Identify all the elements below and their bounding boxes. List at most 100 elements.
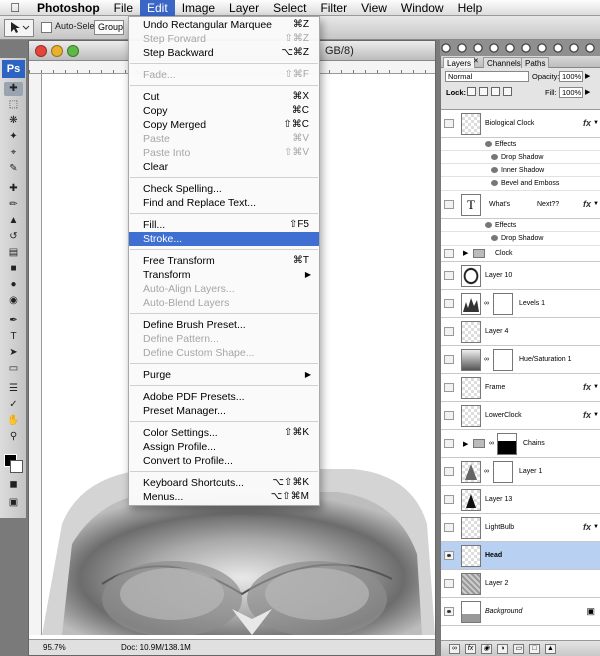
gradient-tool-icon[interactable]: ■ — [4, 262, 23, 276]
blur-tool-icon[interactable]: ● — [4, 278, 23, 292]
effects-row[interactable]: Effects — [441, 219, 600, 232]
fx-icon[interactable]: fx — [583, 522, 591, 532]
link-icon[interactable]: ∞ — [484, 468, 489, 475]
layer-group-row[interactable]: ▶ Clock — [441, 246, 600, 262]
link-icon[interactable]: ∞ — [484, 356, 489, 363]
menu-item-adobe-pdf-presets[interactable]: Adobe PDF Presets... — [129, 390, 319, 404]
expand-effects-icon[interactable]: ▼ — [593, 120, 599, 126]
layer-row-selected[interactable]: Head — [441, 542, 600, 570]
tab-paths[interactable]: Paths — [521, 57, 550, 68]
menu-item-clear[interactable]: Clear — [129, 160, 319, 174]
type-tool-icon[interactable]: T — [4, 330, 23, 344]
menu-item-purge[interactable]: Purge ▶ — [129, 368, 319, 382]
menu-item-keyboard-shortcuts[interactable]: Keyboard Shortcuts... ⌥⇧⌘K — [129, 476, 319, 490]
menu-item-undo[interactable]: Undo Rectangular Marquee ⌘Z — [129, 18, 319, 32]
zoom-level[interactable]: 95.7% — [43, 643, 66, 652]
blend-mode-select[interactable]: Normal — [445, 71, 529, 82]
lasso-tool-icon[interactable]: ❋ — [4, 114, 23, 128]
visibility-toggle-icon[interactable] — [444, 271, 454, 280]
menu-edit[interactable]: Edit — [140, 0, 175, 16]
menu-view[interactable]: View — [354, 0, 394, 16]
quick-mask-icon[interactable]: ◼ — [4, 478, 23, 492]
menu-item-find-replace[interactable]: Find and Replace Text... — [129, 196, 319, 210]
fx-icon[interactable]: fx — [583, 118, 591, 128]
fill-input[interactable]: 100% — [559, 87, 583, 98]
auto-select-dropdown[interactable]: Group — [94, 20, 124, 35]
path-selection-icon[interactable]: ➤ — [4, 346, 23, 360]
layer-row[interactable]: ∞ Hue/Saturation 1 — [441, 346, 600, 374]
close-window-button[interactable] — [35, 45, 47, 57]
zoom-tool-icon[interactable]: ⚲ — [4, 430, 23, 444]
fx-icon[interactable]: fx — [583, 382, 591, 392]
layer-group-row[interactable]: ▶ ∞ Chains — [441, 430, 600, 458]
lock-position-icon[interactable] — [491, 87, 500, 96]
layer-row[interactable]: Layer 4 — [441, 318, 600, 346]
auto-select-checkbox[interactable] — [41, 22, 52, 33]
delete-layer-icon[interactable]: ▲ — [545, 644, 556, 654]
menu-layer[interactable]: Layer — [222, 0, 266, 16]
effect-visibility-icon[interactable] — [491, 235, 498, 241]
new-adjustment-layer-icon[interactable]: ◑ — [497, 644, 508, 654]
brush-tool-icon[interactable]: ✏ — [4, 198, 23, 212]
menu-item-color-settings[interactable]: Color Settings... ⇧⌘K — [129, 426, 319, 440]
visibility-toggle-icon[interactable] — [444, 467, 454, 476]
menu-item-stroke[interactable]: Stroke... — [129, 232, 319, 246]
menu-item-define-custom-shape[interactable]: Define Custom Shape... — [129, 346, 319, 360]
layer-mask-thumbnail[interactable] — [493, 293, 513, 315]
effect-row[interactable]: Drop Shadow — [441, 151, 600, 164]
menu-item-fill[interactable]: Fill... ⇧F5 — [129, 218, 319, 232]
lock-pixels-icon[interactable] — [479, 87, 488, 96]
visibility-toggle-icon[interactable] — [444, 439, 454, 448]
tool-preset-picker[interactable] — [4, 19, 34, 37]
menu-item-step-backward[interactable]: Step Backward ⌥⌘Z — [129, 46, 319, 60]
visibility-toggle-icon[interactable] — [444, 383, 454, 392]
slice-tool-icon[interactable]: ✎ — [4, 162, 23, 176]
menu-item-assign-profile[interactable]: Assign Profile... — [129, 440, 319, 454]
menu-item-menus[interactable]: Menus... ⌥⇧⌘M — [129, 490, 319, 504]
eraser-tool-icon[interactable]: ▤ — [4, 246, 23, 260]
crop-tool-icon[interactable]: ⌖ — [4, 146, 23, 160]
layer-row[interactable]: ∞ Levels 1 — [441, 290, 600, 318]
visibility-toggle-icon[interactable] — [444, 200, 454, 209]
visibility-toggle-icon[interactable] — [444, 523, 454, 532]
menu-item-define-pattern[interactable]: Define Pattern... — [129, 332, 319, 346]
hand-tool-icon[interactable]: ✋ — [4, 414, 23, 428]
layer-mask-thumbnail[interactable] — [493, 349, 513, 371]
layer-row[interactable]: Biological Clock fx ▼ — [441, 110, 600, 138]
layer-row[interactable]: LowerClock fx ▼ — [441, 402, 600, 430]
expand-effects-icon[interactable]: ▼ — [593, 201, 599, 207]
menu-item-preset-manager[interactable]: Preset Manager... — [129, 404, 319, 418]
menu-item-fade[interactable]: Fade... ⇧⌘F — [129, 68, 319, 82]
marquee-tool-icon[interactable]: ⬚ — [4, 98, 23, 112]
layer-row[interactable]: Frame fx ▼ — [441, 374, 600, 402]
vertical-ruler[interactable] — [29, 74, 42, 635]
visibility-toggle-icon[interactable] — [444, 495, 454, 504]
visibility-toggle-icon[interactable] — [444, 411, 454, 420]
menu-item-paste-into[interactable]: Paste Into ⇧⌘V — [129, 146, 319, 160]
menu-item-free-transform[interactable]: Free Transform ⌘T — [129, 254, 319, 268]
lock-all-icon[interactable] — [503, 87, 512, 96]
menu-item-copy-merged[interactable]: Copy Merged ⇧⌘C — [129, 118, 319, 132]
menu-filter[interactable]: Filter — [313, 0, 354, 16]
menu-item-define-brush[interactable]: Define Brush Preset... — [129, 318, 319, 332]
menu-help[interactable]: Help — [451, 0, 490, 16]
visibility-toggle-icon[interactable] — [444, 119, 454, 128]
new-group-icon[interactable]: ▭ — [513, 644, 524, 654]
add-layer-style-icon[interactable]: fx — [465, 644, 476, 654]
opacity-slider-arrow-icon[interactable]: ▶ — [585, 72, 590, 80]
effect-visibility-icon[interactable] — [491, 180, 498, 186]
layer-list[interactable]: Biological Clock fx ▼ Effects Drop Shado… — [441, 110, 600, 640]
effect-visibility-icon[interactable] — [491, 154, 498, 160]
expand-effects-icon[interactable]: ▼ — [593, 524, 599, 530]
shape-tool-icon[interactable]: ▭ — [4, 362, 23, 376]
effect-row[interactable]: Inner Shadow — [441, 164, 600, 177]
menu-item-cut[interactable]: Cut ⌘X — [129, 90, 319, 104]
history-brush-icon[interactable]: ↺ — [4, 230, 23, 244]
expand-group-icon[interactable]: ▶ — [463, 440, 468, 448]
apple-icon[interactable]:  — [0, 0, 30, 15]
background-color-swatch[interactable] — [10, 460, 23, 473]
effect-row[interactable]: Drop Shadow — [441, 232, 600, 246]
group-mask-thumbnail[interactable] — [497, 433, 517, 455]
fx-icon[interactable]: fx — [583, 199, 591, 209]
expand-group-icon[interactable]: ▶ — [463, 249, 468, 257]
